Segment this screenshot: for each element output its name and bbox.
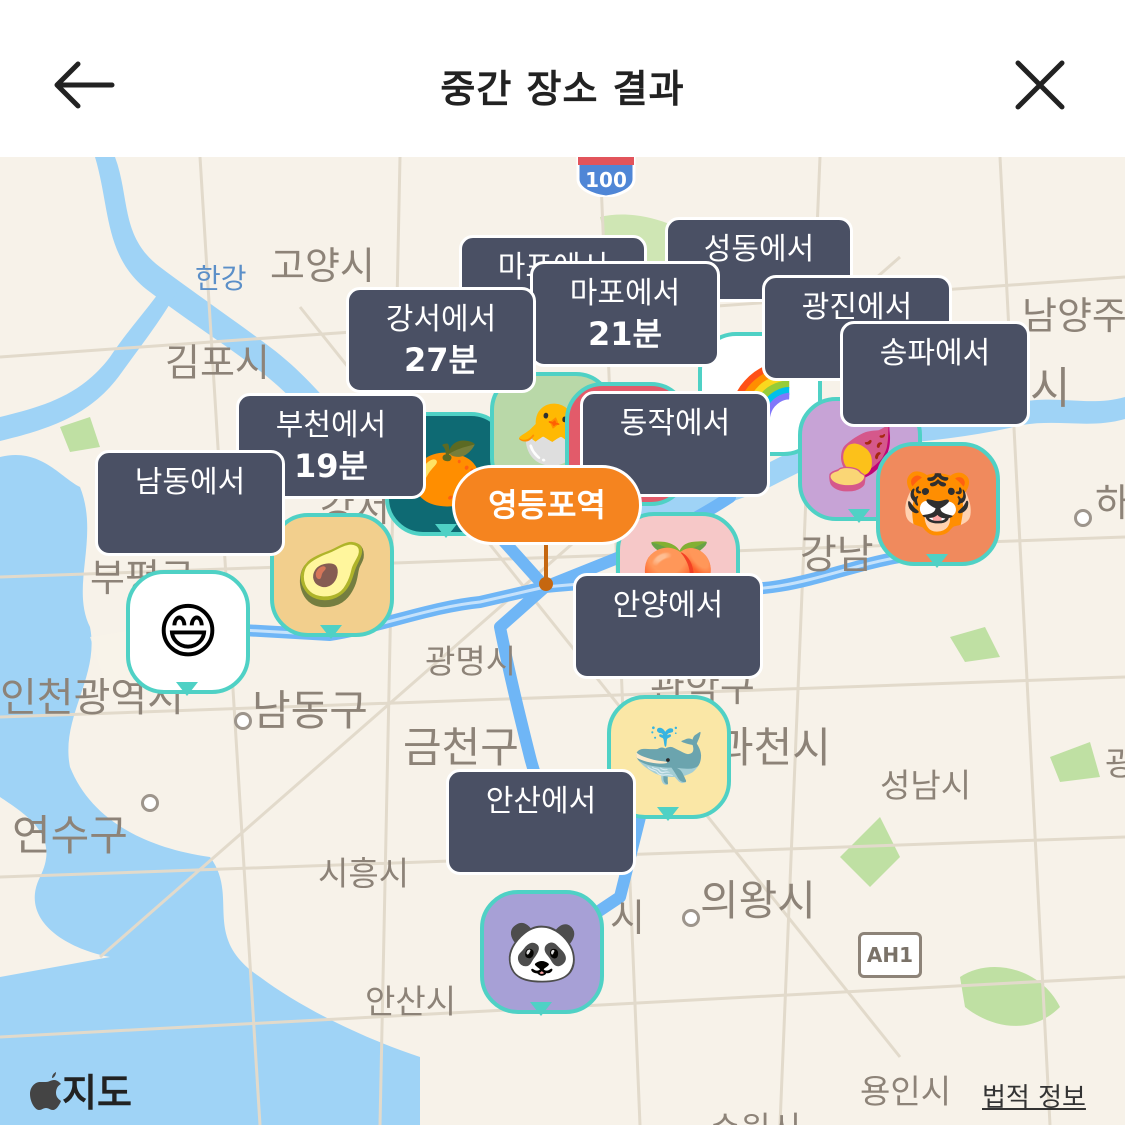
smiling-face-pin[interactable]: 😄: [126, 570, 250, 696]
callout-origin-label: 남동에서: [134, 465, 246, 500]
panda-icon: 🐼: [480, 890, 604, 1014]
destination-point: [539, 577, 553, 591]
highway-ah1-shield: AH1: [858, 932, 922, 978]
close-button[interactable]: [1005, 50, 1075, 120]
legal-link[interactable]: 법적 정보: [982, 1077, 1086, 1114]
map-label-namdong: 남동구: [252, 686, 368, 735]
callout-origin-label: 동작에서: [619, 406, 731, 441]
pin-tip: [848, 509, 870, 523]
map-label-uiwang: 의왕시: [700, 876, 816, 925]
map-label-yeonsu: 연수구: [12, 811, 128, 860]
pin-tip: [176, 682, 198, 696]
apple-logo-icon: [30, 1072, 61, 1110]
map-label-hangang: 한강: [195, 262, 247, 295]
map-view[interactable]: 100 AH1 고양시 한강 김포시 남양주 시 부평구 인천광역시 남동구 광…: [0, 157, 1125, 1125]
callout-travel-time: 21분: [588, 315, 662, 353]
map-label-ansan: 안산시: [365, 982, 457, 1021]
callout-origin-label: 강서에서: [385, 302, 497, 337]
avocado-icon: 🥑: [270, 513, 394, 637]
tiger-pin[interactable]: 🐯: [876, 442, 1000, 568]
map-attribution: 지도: [30, 1062, 132, 1117]
city-dot-hanam: [1074, 509, 1092, 527]
map-label-gangnam: 강남: [800, 532, 874, 578]
callout-ansan[interactable]: 안산에서: [446, 769, 636, 875]
city-dot-uiwang: [682, 909, 700, 927]
pin-tip: [926, 554, 948, 568]
map-label-geumcheon: 금천구: [403, 723, 519, 772]
pin-tip: [320, 625, 342, 639]
callout-anyang[interactable]: 안양에서: [573, 573, 763, 679]
map-label-namyangju: 남양주: [1022, 294, 1125, 338]
highway-100-shield: 100: [576, 157, 636, 197]
map-label-goyang: 고양시: [270, 244, 375, 288]
callout-namdong[interactable]: 남동에서: [95, 450, 285, 556]
callout-origin-label: 송파에서: [879, 336, 991, 371]
smiling-face-icon: 😄: [126, 570, 250, 694]
destination-marker[interactable]: 영등포역: [452, 465, 642, 545]
map-label-hanam: 하: [1095, 481, 1125, 525]
panda-pin[interactable]: 🐼: [480, 890, 604, 1016]
callout-gangseo[interactable]: 강서에서 27분: [346, 287, 536, 393]
map-attribution-label: 지도: [62, 1071, 132, 1115]
callout-songpa[interactable]: 송파에서: [840, 321, 1030, 427]
pin-tip: [657, 807, 679, 821]
map-label-suwon: 수원시: [710, 1102, 801, 1125]
callout-origin-label: 안양에서: [612, 588, 724, 623]
map-label-gunpo: 시: [610, 896, 645, 940]
avocado-pin[interactable]: 🥑: [270, 513, 394, 639]
tiger-icon: 🐯: [876, 442, 1000, 566]
map-label-gwacheon: 과천시: [715, 723, 831, 772]
map-label-gimpo: 김포시: [165, 341, 270, 385]
page-title: 중간 장소 결과: [440, 67, 685, 111]
city-dot-namdong: [234, 712, 252, 730]
callout-origin-label: 마포에서: [569, 276, 681, 311]
city-dot-yeonsu: [141, 794, 159, 812]
callout-origin-label: 안산에서: [485, 784, 597, 819]
map-label-yongin: 용인시: [860, 1072, 952, 1111]
map-label-seongnam: 성남시: [880, 766, 972, 805]
highway-ah1-label: AH1: [866, 943, 914, 967]
callout-travel-time: 27분: [404, 341, 478, 379]
map-label-gwangju: 광: [1105, 744, 1125, 783]
map-label-gwangmyeong: 광명시: [425, 642, 517, 681]
pin-tip: [530, 1002, 552, 1016]
map-label-guri: 시: [1030, 363, 1071, 414]
top-navigation-bar: 중간 장소 결과: [0, 0, 1125, 157]
callout-mapo[interactable]: 마포에서 21분: [530, 261, 720, 367]
close-icon: [1015, 60, 1065, 110]
map-label-siheung: 시흥시: [318, 854, 410, 893]
pin-tip: [435, 524, 457, 538]
callout-origin-label: 부천에서: [275, 408, 387, 443]
highway-100-label: 100: [585, 168, 627, 192]
